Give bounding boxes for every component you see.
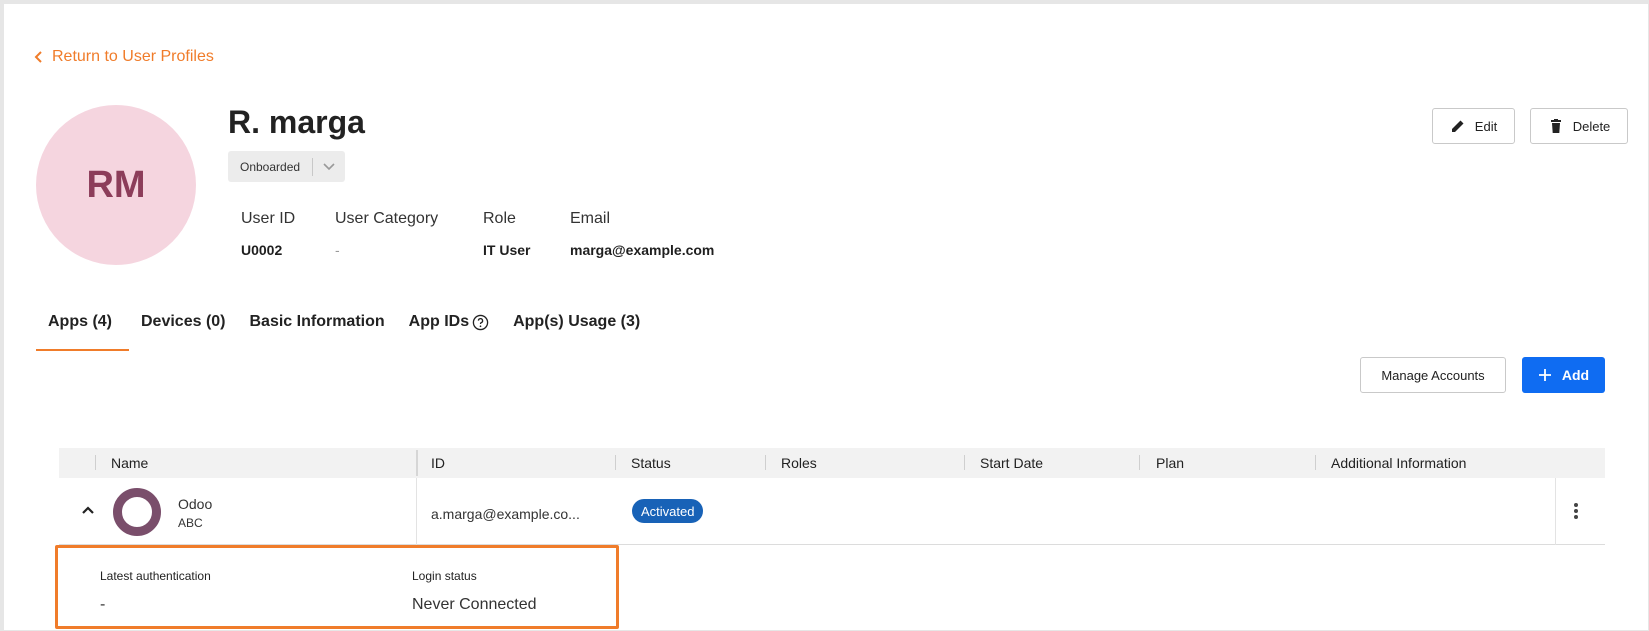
app-account-id: a.marga@example.co... [431,506,580,522]
tab-label: App IDs [408,313,470,330]
column-separator [615,455,616,470]
column-header-name[interactable]: Name [111,455,148,471]
login-status-label: Login status [412,569,477,583]
page-title: R. marga [228,104,365,140]
chevron-down-icon [313,162,345,171]
delete-button-label: Delete [1572,118,1611,134]
status-badge: Activated [632,499,704,523]
back-link-label: Return to User Profiles [52,48,214,65]
app-logo [113,488,161,536]
info-email: Email marga@example.com [570,210,714,258]
column-separator [1139,455,1140,470]
info-label: User ID [241,210,296,227]
column-header-roles[interactable]: Roles [781,455,817,471]
add-button-label: Add [1561,367,1590,383]
chevron-up-icon[interactable] [81,505,95,515]
trash-icon [1550,119,1561,133]
row-details-panel: Latest authentication - Login status Nev… [55,545,619,629]
tab-app-usage[interactable]: App(s) Usage (3) [501,300,652,351]
kebab-icon[interactable] [1573,502,1579,520]
column-header-status[interactable]: Status [631,455,671,471]
info-label: Email [570,210,611,227]
info-value: U0002 [241,242,283,258]
tab-devices[interactable]: Devices (0) [129,300,238,351]
edit-button[interactable]: Edit [1432,108,1515,144]
latest-authentication-value: - [100,596,106,613]
column-header-id[interactable]: ID [431,455,445,471]
chevron-left-icon [34,51,42,63]
app-subtitle: ABC [178,516,203,530]
info-label: User Category [335,210,439,227]
info-user-category: User Category - [335,210,438,258]
row-divider [416,478,417,545]
status-dropdown-value: Onboarded [240,159,301,174]
avatar-initials: RM [86,163,146,206]
tab-label: App(s) Usage (3) [513,313,641,330]
info-value: - [335,242,340,258]
add-button[interactable]: Add [1522,357,1605,393]
avatar: RM [36,105,196,265]
tab-bar: Apps (4) Devices (0) Basic Information A… [36,300,652,351]
return-to-user-profiles-link[interactable]: Return to User Profiles [34,48,214,66]
column-header-plan[interactable]: Plan [1156,455,1184,471]
status-dropdown[interactable]: Onboarded [228,151,345,182]
tab-label: Apps (4) [48,313,112,330]
pencil-icon [1451,120,1464,132]
manage-accounts-button[interactable]: Manage Accounts [1360,357,1506,393]
info-role: Role IT User [483,210,530,258]
column-header-additional-information[interactable]: Additional Information [1331,455,1466,471]
login-status-value: Never Connected [412,596,537,613]
column-separator [95,455,96,470]
column-separator [765,455,766,470]
delete-button[interactable]: Delete [1530,108,1628,144]
column-header-start-date[interactable]: Start Date [980,455,1043,471]
app-name: Odoo [178,496,213,512]
plus-icon [1538,369,1551,381]
tab-basic-information[interactable]: Basic Information [238,300,397,351]
row-divider [1555,478,1556,545]
column-separator [964,455,965,470]
tab-label: Basic Information [249,313,385,330]
column-resize-handle[interactable] [416,450,418,476]
info-label: Role [483,210,516,227]
column-separator [1315,455,1316,470]
info-user-id: User ID U0002 [241,210,295,258]
table-header: Name ID Status Roles Start Date Plan Add… [59,448,1605,478]
latest-authentication-label: Latest authentication [100,569,211,583]
tab-apps[interactable]: Apps (4) [36,300,129,351]
help-circle-icon[interactable] [472,314,489,331]
manage-accounts-label: Manage Accounts [1381,367,1485,383]
info-value: IT User [483,242,531,258]
table-row[interactable]: Odoo ABC a.marga@example.co... Activated [59,478,1605,545]
tab-app-ids[interactable]: App IDs [397,300,501,351]
edit-button-label: Edit [1474,118,1498,134]
tab-label: Devices (0) [141,313,226,330]
info-value: marga@example.com [570,242,715,258]
